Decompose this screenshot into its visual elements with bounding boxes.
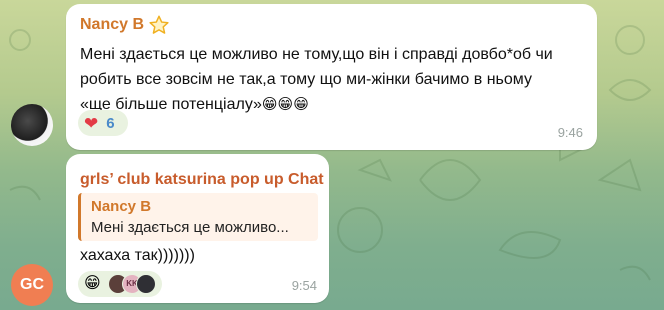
avatar[interactable]: GC xyxy=(11,264,53,306)
heart-icon: ❤ xyxy=(84,113,99,133)
heart-reaction[interactable]: ❤ 6 xyxy=(78,110,128,136)
reply-text: Мені здається це можливо... xyxy=(91,219,289,236)
message-text: Мені здається це можливо не тому,що він … xyxy=(80,42,586,117)
sender-name[interactable]: grls’ club katsurina pop up Chat xyxy=(80,171,324,189)
grin-emoji-icon: 😁😁😁 xyxy=(261,96,309,113)
reaction-count: 6 xyxy=(106,114,115,132)
sender-name[interactable]: Nancy B xyxy=(80,16,144,34)
reply-sender: Nancy B xyxy=(91,198,152,215)
message-line: робить все зовсім не так,а тому що ми-жі… xyxy=(80,71,532,88)
reactions-row[interactable]: 😁 KK xyxy=(78,271,162,297)
message-bubble[interactable]: Nancy B Мені здається це можливо не тому… xyxy=(66,4,597,150)
avatar[interactable] xyxy=(11,104,53,146)
reactor-avatar xyxy=(136,274,156,294)
premium-star-icon[interactable] xyxy=(148,14,170,36)
message-bubble[interactable]: grls’ club katsurina pop up Chat Nancy B… xyxy=(66,154,329,303)
message-time: 9:54 xyxy=(291,278,317,293)
reply-quote[interactable]: Nancy B Мені здається це можливо... xyxy=(78,193,318,241)
grin-emoji-icon: 😁 xyxy=(84,275,101,292)
message-time: 9:46 xyxy=(557,125,583,140)
message-line: Мені здається це можливо не тому,що він … xyxy=(80,46,553,63)
message-text: хахаха так))))))) xyxy=(80,247,195,264)
